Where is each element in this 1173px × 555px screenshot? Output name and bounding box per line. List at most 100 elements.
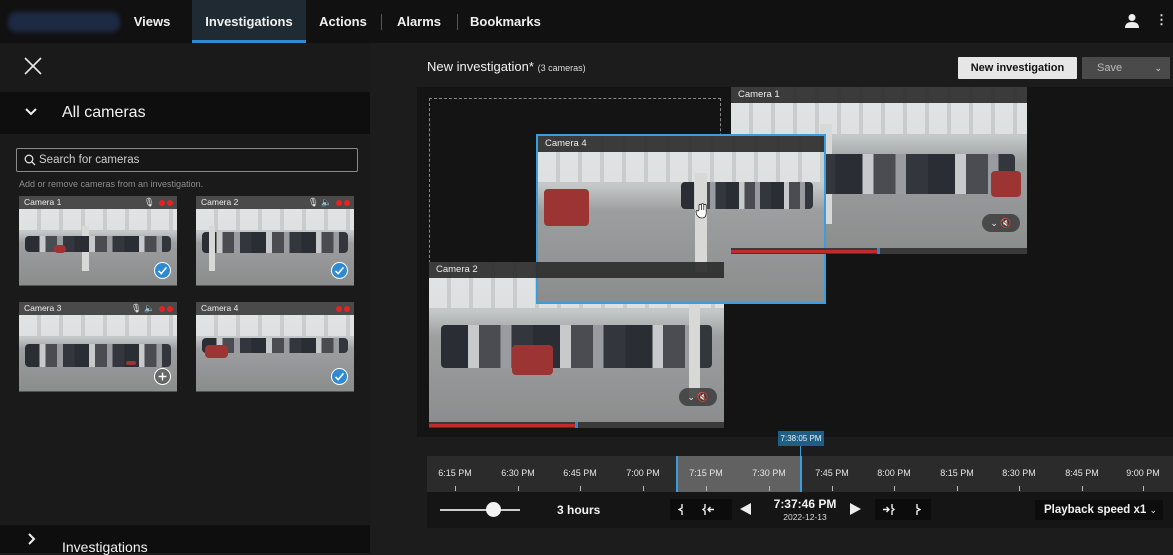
timeline-label: 8:45 PM: [1065, 468, 1099, 478]
top-navigation-bar: Views Investigations Actions Alarms Book…: [0, 0, 1173, 43]
playback-speed-label: Playback speed x1: [1044, 504, 1147, 516]
camera-progress-bar: [429, 422, 724, 428]
timeline-marker-time: 7:38:05 PM: [778, 431, 824, 446]
timespan-slider-handle[interactable]: [486, 502, 501, 517]
save-button[interactable]: Save ⌄: [1082, 57, 1170, 79]
camera-selected-check-icon[interactable]: [331, 368, 348, 385]
recording-icon: [336, 199, 342, 206]
timeline-label: 6:30 PM: [501, 468, 535, 478]
tab-bookmarks[interactable]: Bookmarks: [470, 0, 541, 43]
selection-start-icon[interactable]: [678, 503, 684, 516]
go-to-start-icon[interactable]: [702, 503, 716, 516]
camera-selected-check-icon[interactable]: [331, 262, 348, 279]
recording-icon: [159, 305, 165, 312]
skip-back-controls: [670, 499, 732, 520]
timeline-tick: [643, 486, 644, 491]
timeline-label: 6:15 PM: [438, 468, 472, 478]
add-camera-icon[interactable]: [154, 368, 171, 385]
camera-name: Camera 4: [196, 302, 354, 315]
recording-icon: [336, 305, 342, 312]
hand-cursor-icon: [695, 203, 707, 219]
camera-thumbnail-4[interactable]: Camera 4: [196, 302, 354, 392]
chevron-right-icon: [28, 533, 36, 545]
camera-progress-bar: [731, 248, 1027, 254]
camera-status-icons: [334, 302, 350, 315]
camera-window-controls[interactable]: ⌄ 🔇: [679, 388, 717, 406]
close-icon[interactable]: [22, 55, 44, 77]
nav-separator: [381, 14, 382, 30]
all-cameras-label: All cameras: [62, 104, 146, 121]
playback-clock: 7:37:46 PM 2022-12-13: [770, 497, 840, 522]
investigation-camera-count: (3 cameras): [537, 63, 586, 73]
playback-speed-dropdown[interactable]: Playback speed x1 ⌄: [1035, 500, 1163, 520]
tab-alarms[interactable]: Alarms: [393, 0, 445, 43]
camera-window-controls[interactable]: ⌄ 🔇: [982, 214, 1020, 232]
camera-window-4[interactable]: Camera 4: [536, 134, 826, 304]
camera-thumbnail-2[interactable]: Camera 2 🎙 🔈: [196, 196, 354, 286]
save-label: Save: [1097, 62, 1123, 74]
camera-status-icons: 🎙 🔈: [131, 302, 173, 315]
camera-selected-check-icon[interactable]: [154, 262, 171, 279]
camera-status-icons: 🎙: [144, 196, 173, 209]
camera-thumbnail-1[interactable]: Camera 1 🎙: [19, 196, 177, 286]
recording-icon: [167, 199, 173, 206]
chevron-down-icon: ⌄: [1154, 63, 1162, 73]
investigation-name: New investigation*: [427, 59, 534, 74]
timeline-label: 9:00 PM: [1126, 468, 1160, 478]
play-backward-icon[interactable]: [740, 503, 751, 515]
search-hint: Add or remove cameras from an investigat…: [19, 179, 204, 189]
new-investigation-button[interactable]: New investigation: [958, 57, 1077, 79]
search-placeholder: Search for cameras: [39, 154, 140, 166]
timeline-tick: [1019, 486, 1020, 491]
timeline-label: 7:30 PM: [752, 468, 786, 478]
investigation-title: New investigation* (3 cameras): [427, 59, 586, 74]
search-icon: [24, 154, 36, 166]
timeline-label: 6:45 PM: [563, 468, 597, 478]
timeline-label: 8:00 PM: [877, 468, 911, 478]
chevron-down-icon: ⌄: [1149, 505, 1157, 515]
timeline-label: 8:15 PM: [940, 468, 974, 478]
recording-icon: [344, 305, 350, 312]
timeline-tick: [1082, 486, 1083, 491]
chevron-down-icon: [25, 108, 37, 116]
skip-forward-controls: [875, 499, 931, 520]
camera-window-title: Camera 1: [731, 87, 1027, 103]
timeline-label: 7:15 PM: [689, 468, 723, 478]
tab-actions[interactable]: Actions: [318, 0, 368, 43]
timeline-tick: [832, 486, 833, 491]
timeline-tick: [706, 486, 707, 491]
timeline-tick: [455, 486, 456, 491]
go-to-end-icon[interactable]: [881, 503, 895, 516]
timeline-label: 7:45 PM: [815, 468, 849, 478]
selection-end-icon[interactable]: [915, 503, 921, 516]
playback-date: 2022-12-13: [783, 512, 827, 522]
more-options-icon[interactable]: ⋮: [1155, 12, 1168, 28]
user-icon[interactable]: [1124, 13, 1140, 29]
timeline-label: 8:30 PM: [1002, 468, 1036, 478]
camera-thumbnail-3[interactable]: Camera 3 🎙 🔈: [19, 302, 177, 392]
nav-separator: [457, 14, 458, 30]
play-forward-icon[interactable]: [850, 503, 861, 515]
recording-icon: [167, 305, 173, 312]
timeline-selection-start[interactable]: [676, 456, 678, 492]
app-logo: [8, 12, 120, 32]
investigations-header[interactable]: Investigations: [0, 525, 370, 555]
timeline-marker-stem: [800, 446, 801, 456]
tab-views[interactable]: Views: [127, 0, 177, 43]
recording-icon: [344, 199, 350, 206]
all-cameras-header[interactable]: All cameras: [0, 92, 370, 134]
playback-time: 7:37:46 PM: [773, 497, 837, 511]
camera-window-title: Camera 4: [538, 136, 824, 152]
camera-window-title: Camera 2: [429, 262, 724, 278]
timeline-tick: [894, 486, 895, 491]
timeline-label: 7:00 PM: [626, 468, 660, 478]
timeline-tick: [518, 486, 519, 491]
recording-icon: [159, 199, 165, 206]
timeline-tick: [580, 486, 581, 491]
camera-status-icons: 🎙 🔈: [308, 196, 350, 209]
tab-investigations[interactable]: Investigations: [192, 0, 306, 43]
timespan-label: 3 hours: [557, 503, 601, 517]
camera-search-input[interactable]: Search for cameras: [16, 148, 358, 172]
timespan-slider[interactable]: [440, 509, 520, 511]
timeline-playhead[interactable]: [800, 456, 802, 492]
